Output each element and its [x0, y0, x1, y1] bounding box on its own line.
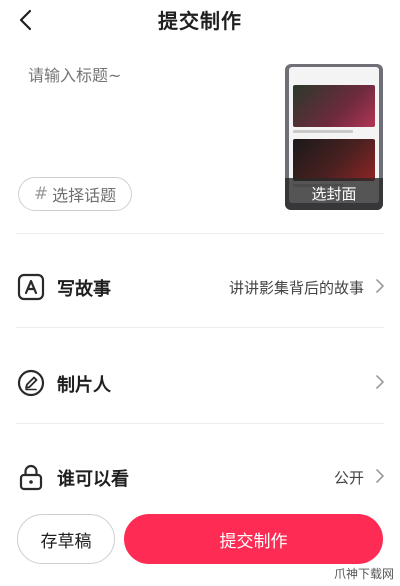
settings-row-producer[interactable]: 制片人: [0, 362, 400, 402]
select-topic-label: 选择话题: [52, 186, 117, 205]
title-input[interactable]: [28, 66, 268, 85]
page-title: 提交制作: [158, 9, 242, 33]
settings-row-visibility[interactable]: 谁可以看 公开: [0, 456, 400, 496]
chevron-right-icon: [376, 469, 384, 483]
settings-row-story[interactable]: 写故事 讲讲影集背后的故事: [0, 266, 400, 306]
settings-row-label: 制片人: [57, 375, 111, 396]
cover-label: 选封面: [285, 178, 383, 210]
settings-row-label: 写故事: [57, 279, 111, 300]
pen-icon: [17, 369, 45, 397]
lock-icon: [19, 464, 43, 491]
divider: [16, 233, 384, 234]
letter-a-icon: [17, 273, 45, 301]
settings-row-label: 谁可以看: [57, 469, 129, 490]
divider: [16, 327, 384, 328]
select-topic-button[interactable]: # 选择话题: [18, 177, 132, 211]
settings-row-value: 公开: [333, 469, 364, 487]
cover-thumbnail-line: [293, 130, 353, 133]
settings-row-value: 讲讲影集背后的故事: [228, 279, 364, 297]
cover-thumbnail-card: [293, 85, 375, 127]
cover-thumbnail-card: [293, 139, 375, 181]
cover-thumbnail-tabs: [289, 69, 379, 79]
header-bar: 提交制作: [0, 0, 400, 40]
cover-picker[interactable]: 选封面: [285, 64, 383, 210]
hashtag-icon: #: [33, 184, 49, 204]
chevron-right-icon: [376, 375, 384, 389]
watermark-text: 爪神下载网: [333, 567, 394, 581]
divider: [16, 423, 384, 424]
save-draft-button[interactable]: 存草稿: [17, 514, 115, 564]
submit-button[interactable]: 提交制作: [124, 514, 383, 564]
chevron-right-icon: [376, 279, 384, 293]
